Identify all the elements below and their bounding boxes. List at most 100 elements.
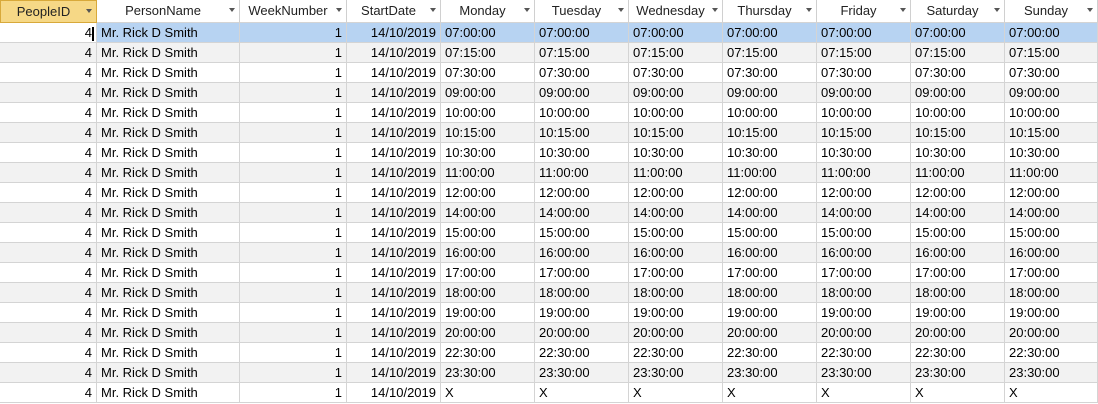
cell-peopleid[interactable]: 4 [0,243,97,263]
cell-friday[interactable]: 16:00:00 [817,243,911,263]
column-header-thursday[interactable]: Thursday [723,0,817,23]
cell-weeknumber[interactable]: 1 [240,183,347,203]
cell-thursday[interactable]: 17:00:00 [723,263,817,283]
cell-wednesday[interactable]: 10:30:00 [629,143,723,163]
cell-startdate[interactable]: 14/10/2019 [347,43,441,63]
cell-saturday[interactable]: 10:00:00 [911,103,1005,123]
cell-monday[interactable]: 12:00:00 [441,183,535,203]
cell-peopleid[interactable]: 4 [0,383,97,403]
cell-personname[interactable]: Mr. Rick D Smith [97,183,240,203]
cell-tuesday[interactable]: 10:30:00 [535,143,629,163]
sort-filter-dropdown-icon[interactable] [336,8,342,12]
cell-wednesday[interactable]: 16:00:00 [629,243,723,263]
cell-tuesday[interactable]: 20:00:00 [535,323,629,343]
cell-peopleid[interactable]: 4 [0,83,97,103]
cell-tuesday[interactable]: 07:30:00 [535,63,629,83]
cell-wednesday[interactable]: 15:00:00 [629,223,723,243]
table-row[interactable]: 4 Mr. Rick D Smith 1 14/10/2019 10:00:00 10:0… [0,103,1098,123]
cell-sunday[interactable]: 07:30:00 [1005,63,1098,83]
cell-tuesday[interactable]: 11:00:00 [535,163,629,183]
cell-weeknumber[interactable]: 1 [240,263,347,283]
cell-personname[interactable]: Mr. Rick D Smith [97,143,240,163]
cell-saturday[interactable]: 09:00:00 [911,83,1005,103]
cell-friday[interactable]: 22:30:00 [817,343,911,363]
cell-monday[interactable]: 15:00:00 [441,223,535,243]
sort-filter-dropdown-icon[interactable] [994,8,1000,12]
cell-tuesday[interactable]: X [535,383,629,403]
cell-tuesday[interactable]: 10:00:00 [535,103,629,123]
cell-peopleid[interactable]: 4 [0,23,97,43]
cell-personname[interactable]: Mr. Rick D Smith [97,343,240,363]
column-header-saturday[interactable]: Saturday [911,0,1005,23]
cell-weeknumber[interactable]: 1 [240,83,347,103]
cell-friday[interactable]: 07:30:00 [817,63,911,83]
cell-thursday[interactable]: 07:00:00 [723,23,817,43]
cell-saturday[interactable]: 15:00:00 [911,223,1005,243]
cell-saturday[interactable]: 07:30:00 [911,63,1005,83]
cell-tuesday[interactable]: 12:00:00 [535,183,629,203]
cell-weeknumber[interactable]: 1 [240,43,347,63]
cell-peopleid[interactable]: 4 [0,263,97,283]
cell-wednesday[interactable]: 20:00:00 [629,323,723,343]
cell-startdate[interactable]: 14/10/2019 [347,143,441,163]
cell-peopleid[interactable]: 4 [0,143,97,163]
cell-friday[interactable]: 11:00:00 [817,163,911,183]
cell-friday[interactable]: 18:00:00 [817,283,911,303]
cell-sunday[interactable]: 19:00:00 [1005,303,1098,323]
cell-startdate[interactable]: 14/10/2019 [347,103,441,123]
cell-thursday[interactable]: 10:00:00 [723,103,817,123]
cell-saturday[interactable]: 16:00:00 [911,243,1005,263]
cell-personname[interactable]: Mr. Rick D Smith [97,303,240,323]
cell-thursday[interactable]: 10:15:00 [723,123,817,143]
cell-tuesday[interactable]: 07:15:00 [535,43,629,63]
cell-weeknumber[interactable]: 1 [240,23,347,43]
cell-monday[interactable]: 10:30:00 [441,143,535,163]
cell-weeknumber[interactable]: 1 [240,343,347,363]
cell-monday[interactable]: 17:00:00 [441,263,535,283]
table-row[interactable]: 4 Mr. Rick D Smith 1 14/10/2019 20:00:00 20:0… [0,323,1098,343]
table-row[interactable]: 4 Mr. Rick D Smith 1 14/10/2019 22:30:00 22:3… [0,343,1098,363]
cell-sunday[interactable]: X [1005,383,1098,403]
cell-thursday[interactable]: 15:00:00 [723,223,817,243]
cell-saturday[interactable]: 20:00:00 [911,323,1005,343]
cell-personname[interactable]: Mr. Rick D Smith [97,203,240,223]
cell-thursday[interactable]: 19:00:00 [723,303,817,323]
cell-peopleid[interactable]: 4 [0,323,97,343]
cell-wednesday[interactable]: 07:00:00 [629,23,723,43]
table-row[interactable]: 4 Mr. Rick D Smith 1 14/10/2019 14:00:00 14:0… [0,203,1098,223]
cell-saturday[interactable]: X [911,383,1005,403]
sort-filter-dropdown-icon[interactable] [618,8,624,12]
cell-peopleid[interactable]: 4 [0,303,97,323]
table-row[interactable]: 4 Mr. Rick D Smith 1 14/10/2019 07:30:00 07:3… [0,63,1098,83]
cell-startdate[interactable]: 14/10/2019 [347,303,441,323]
cell-tuesday[interactable]: 16:00:00 [535,243,629,263]
cell-thursday[interactable]: X [723,383,817,403]
cell-thursday[interactable]: 16:00:00 [723,243,817,263]
cell-startdate[interactable]: 14/10/2019 [347,383,441,403]
cell-wednesday[interactable]: X [629,383,723,403]
cell-monday[interactable]: 07:00:00 [441,23,535,43]
column-header-personname[interactable]: PersonName [97,0,240,23]
cell-friday[interactable]: 10:00:00 [817,103,911,123]
cell-wednesday[interactable]: 11:00:00 [629,163,723,183]
cell-sunday[interactable]: 10:00:00 [1005,103,1098,123]
table-row[interactable]: 4 Mr. Rick D Smith 1 14/10/2019 09:00:00 09:0… [0,83,1098,103]
cell-wednesday[interactable]: 18:00:00 [629,283,723,303]
cell-weeknumber[interactable]: 1 [240,163,347,183]
sort-filter-dropdown-icon[interactable] [524,8,530,12]
cell-weeknumber[interactable]: 1 [240,143,347,163]
cell-tuesday[interactable]: 19:00:00 [535,303,629,323]
table-row[interactable]: 4 Mr. Rick D Smith 1 14/10/2019 17:00:00 17:0… [0,263,1098,283]
table-row[interactable]: 4 Mr. Rick D Smith 1 14/10/2019 10:15:00 10:1… [0,123,1098,143]
cell-startdate[interactable]: 14/10/2019 [347,243,441,263]
cell-friday[interactable]: 17:00:00 [817,263,911,283]
cell-thursday[interactable]: 23:30:00 [723,363,817,383]
column-header-friday[interactable]: Friday [817,0,911,23]
cell-tuesday[interactable]: 18:00:00 [535,283,629,303]
cell-friday[interactable]: 10:30:00 [817,143,911,163]
cell-monday[interactable]: 10:00:00 [441,103,535,123]
table-row[interactable]: 4 Mr. Rick D Smith 1 14/10/2019 19:00:00 19:0… [0,303,1098,323]
cell-personname[interactable]: Mr. Rick D Smith [97,83,240,103]
cell-monday[interactable]: 07:30:00 [441,63,535,83]
cell-saturday[interactable]: 07:15:00 [911,43,1005,63]
